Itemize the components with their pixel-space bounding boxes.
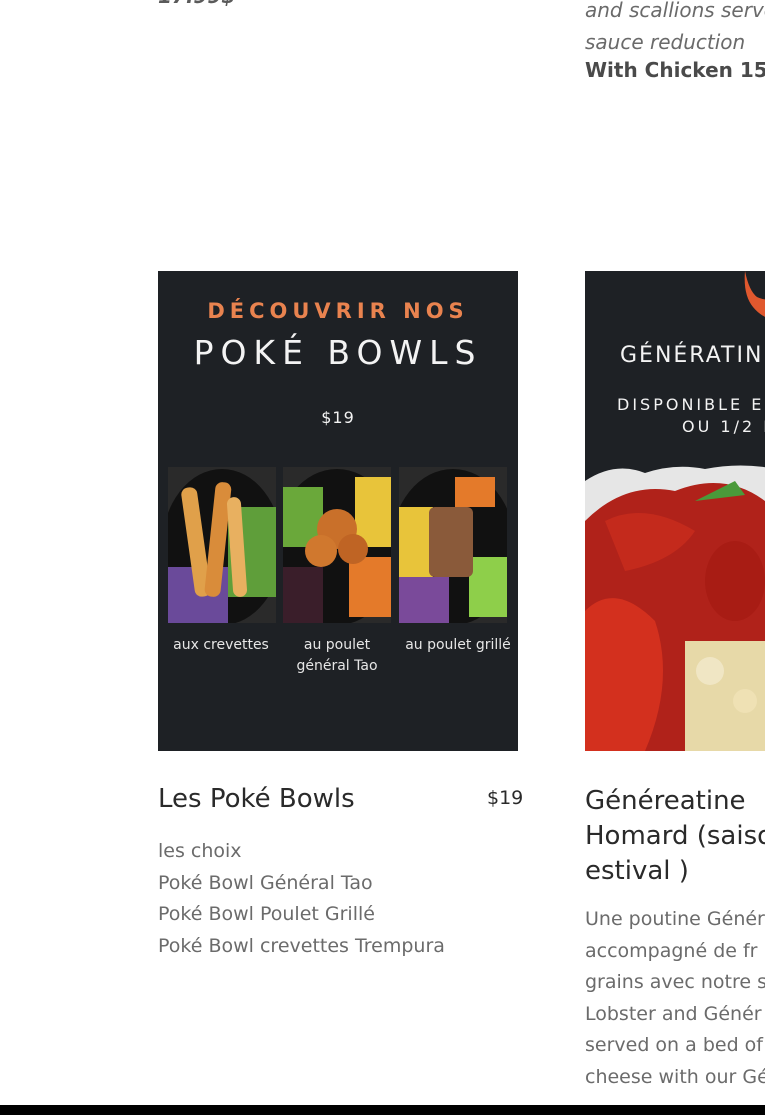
poke-item-name: Les Poké Bowls bbox=[158, 784, 355, 814]
poke-image-price: $19 bbox=[321, 408, 355, 427]
lobster-name-line: estival ) bbox=[585, 856, 689, 886]
lobster-description-line: grains avec notre s bbox=[585, 971, 765, 993]
lobster-description-line: served on a bed of bbox=[585, 1034, 763, 1056]
lobster-image-subtitle: DISPONIBLE E bbox=[617, 395, 765, 414]
poke-image-title: POKÉ BOWLS bbox=[193, 333, 483, 372]
poke-item-price: $19 bbox=[487, 787, 524, 809]
poke-item-description: les choix Poké Bowl Général Tao Poké Bow… bbox=[158, 836, 445, 962]
lobster-photo bbox=[585, 465, 765, 751]
lobster-description-line: accompagné de fr bbox=[585, 939, 758, 962]
grilled-chicken-bowl-photo bbox=[399, 467, 507, 623]
poke-image-kicker: DÉCOUVRIR NOS bbox=[207, 299, 469, 323]
lobster-item-description: Une poutine Génér accompagné de fr grain… bbox=[585, 904, 765, 1093]
poke-description-line: Poké Bowl crevettes Trempura bbox=[158, 934, 445, 957]
bowl-caption: au poulet général Tao bbox=[296, 637, 378, 674]
previous-desc-line: and scallions serve bbox=[585, 0, 765, 22]
lobster-name-line: Homard (saiso bbox=[585, 821, 765, 851]
lobster-poutine-image[interactable]: GÉNÉRATIN DISPONIBLE E OU 1/2 H bbox=[585, 271, 765, 751]
lobster-image-title: GÉNÉRATIN bbox=[620, 343, 764, 368]
poke-description-line: les choix bbox=[158, 840, 242, 862]
bowl-caption: au poulet grillé bbox=[405, 637, 511, 653]
general-tao-bowl-photo bbox=[283, 467, 391, 623]
lobster-description-line: cheese with our Gé bbox=[585, 1065, 765, 1088]
poke-bowls-image[interactable]: DÉCOUVRIR NOS POKÉ BOWLS $19 aux crevett… bbox=[158, 271, 518, 751]
previous-item-description: and scallions serve sauce reduction bbox=[585, 0, 765, 58]
previous-item-price: 17.99$ bbox=[158, 0, 235, 8]
lobster-item-name: Généreatine Homard (saiso estival ) bbox=[585, 784, 765, 889]
lobster-name-line: Généreatine bbox=[585, 786, 746, 816]
lobster-icon bbox=[744, 271, 765, 317]
bottom-bar bbox=[0, 1105, 765, 1115]
lobster-description-line: Une poutine Génér bbox=[585, 908, 765, 930]
bowl-caption: aux crevettes bbox=[173, 637, 269, 653]
lobster-image-subtitle: OU 1/2 H bbox=[682, 417, 765, 436]
previous-desc-line: sauce reduction bbox=[585, 30, 746, 54]
previous-item-chicken-price: With Chicken 15.99 bbox=[585, 58, 765, 82]
shrimp-bowl-photo bbox=[168, 467, 276, 623]
lobster-description-line: Lobster and Génér bbox=[585, 1002, 762, 1025]
poke-description-line: Poké Bowl Général Tao bbox=[158, 871, 373, 894]
poke-description-line: Poké Bowl Poulet Grillé bbox=[158, 903, 375, 925]
